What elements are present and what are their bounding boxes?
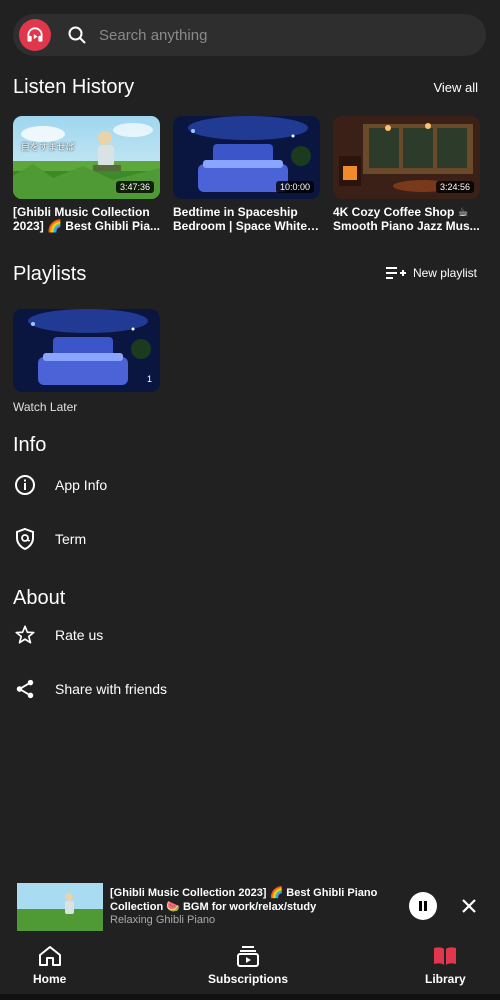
playlists-title: Playlists bbox=[13, 263, 87, 285]
term-label: Term bbox=[55, 531, 87, 547]
history-video-card[interactable]: 3:24:56 4K Cozy Coffee Shop ☕ Smooth Pia… bbox=[333, 116, 480, 233]
app-info-label: App Info bbox=[55, 477, 108, 493]
app-logo[interactable] bbox=[19, 19, 51, 51]
share-label: Share with friends bbox=[55, 681, 168, 697]
new-playlist-button[interactable]: New playlist bbox=[385, 265, 477, 281]
playlist-add-icon bbox=[385, 267, 406, 279]
home-icon bbox=[38, 946, 61, 966]
bottom-edge bbox=[0, 994, 500, 1000]
video-thumbnail: 3:24:56 bbox=[333, 116, 480, 199]
playlist-title: Watch Later bbox=[13, 400, 78, 414]
app-root: Listen History View all bbox=[0, 0, 500, 1000]
close-player-button[interactable] bbox=[459, 896, 479, 916]
mini-player-title: [Ghibli Music Collection 2023] 🌈 Best Gh… bbox=[110, 887, 378, 913]
nav-library[interactable]: Library bbox=[425, 944, 466, 986]
rate-us-label: Rate us bbox=[55, 627, 104, 643]
view-all-link[interactable]: View all bbox=[433, 80, 478, 95]
video-title: [Ghibli Music Collection 2023] 🌈 Best Gh… bbox=[13, 205, 160, 233]
video-duration: 3:24:56 bbox=[435, 181, 474, 193]
about-title: About bbox=[13, 587, 66, 609]
subscriptions-icon bbox=[237, 946, 259, 967]
close-icon bbox=[462, 899, 476, 913]
video-thumbnail: 10:0:00 bbox=[173, 116, 320, 199]
video-duration: 10:0:00 bbox=[275, 181, 314, 193]
thumbnail-caption: 目をすませば bbox=[21, 142, 75, 152]
video-title: Bedtime in Spaceship Bedroom | Space Whi… bbox=[173, 205, 308, 233]
history-video-card[interactable]: 目をすませば 3:47:36 [Ghibli Music Collection … bbox=[13, 116, 160, 233]
app-info-item[interactable]: App Info bbox=[13, 467, 483, 503]
rate-us-item[interactable]: Rate us bbox=[13, 617, 483, 653]
search-bar[interactable] bbox=[13, 14, 486, 56]
listen-history-list: 目をすませば 3:47:36 [Ghibli Music Collection … bbox=[13, 116, 488, 233]
mini-player-channel: Relaxing Ghibli Piano bbox=[110, 914, 216, 926]
pause-button[interactable] bbox=[409, 892, 437, 920]
info-title: Info bbox=[13, 434, 47, 456]
bottom-nav: Home Subscriptions Library bbox=[0, 938, 500, 998]
nav-home-label: Home bbox=[33, 972, 67, 986]
playlist-thumbnail: 1 bbox=[13, 309, 160, 392]
mini-player-thumbnail bbox=[17, 883, 103, 931]
share-icon bbox=[13, 677, 37, 701]
library-icon bbox=[434, 947, 457, 965]
pause-icon bbox=[419, 901, 427, 911]
shield-icon bbox=[13, 527, 37, 551]
mini-player[interactable]: [Ghibli Music Collection 2023] 🌈 Best Gh… bbox=[0, 878, 500, 935]
search-icon[interactable] bbox=[67, 25, 87, 45]
nav-subscriptions-label: Subscriptions bbox=[208, 972, 289, 986]
nav-subscriptions[interactable]: Subscriptions bbox=[208, 944, 288, 986]
playlist-card[interactable]: 1 Watch Later bbox=[13, 309, 160, 414]
listen-history-title: Listen History bbox=[13, 76, 135, 98]
video-title: 4K Cozy Coffee Shop ☕ Smooth Piano Jazz … bbox=[333, 205, 480, 233]
headphones-icon bbox=[27, 27, 43, 42]
video-duration: 3:47:36 bbox=[115, 181, 154, 193]
history-video-card[interactable]: 10:0:00 Bedtime in Spaceship Bedroom | S… bbox=[173, 116, 320, 233]
info-icon bbox=[13, 473, 37, 497]
star-icon bbox=[13, 623, 37, 647]
nav-home[interactable]: Home bbox=[33, 944, 66, 986]
nav-library-label: Library bbox=[425, 972, 466, 986]
search-input[interactable] bbox=[97, 25, 461, 45]
new-playlist-label: New playlist bbox=[412, 266, 477, 280]
share-item[interactable]: Share with friends bbox=[13, 671, 483, 707]
video-thumbnail: 目をすませば 3:47:36 bbox=[13, 116, 160, 199]
term-item[interactable]: Term bbox=[13, 521, 483, 557]
playlist-count: 1 bbox=[146, 374, 152, 384]
